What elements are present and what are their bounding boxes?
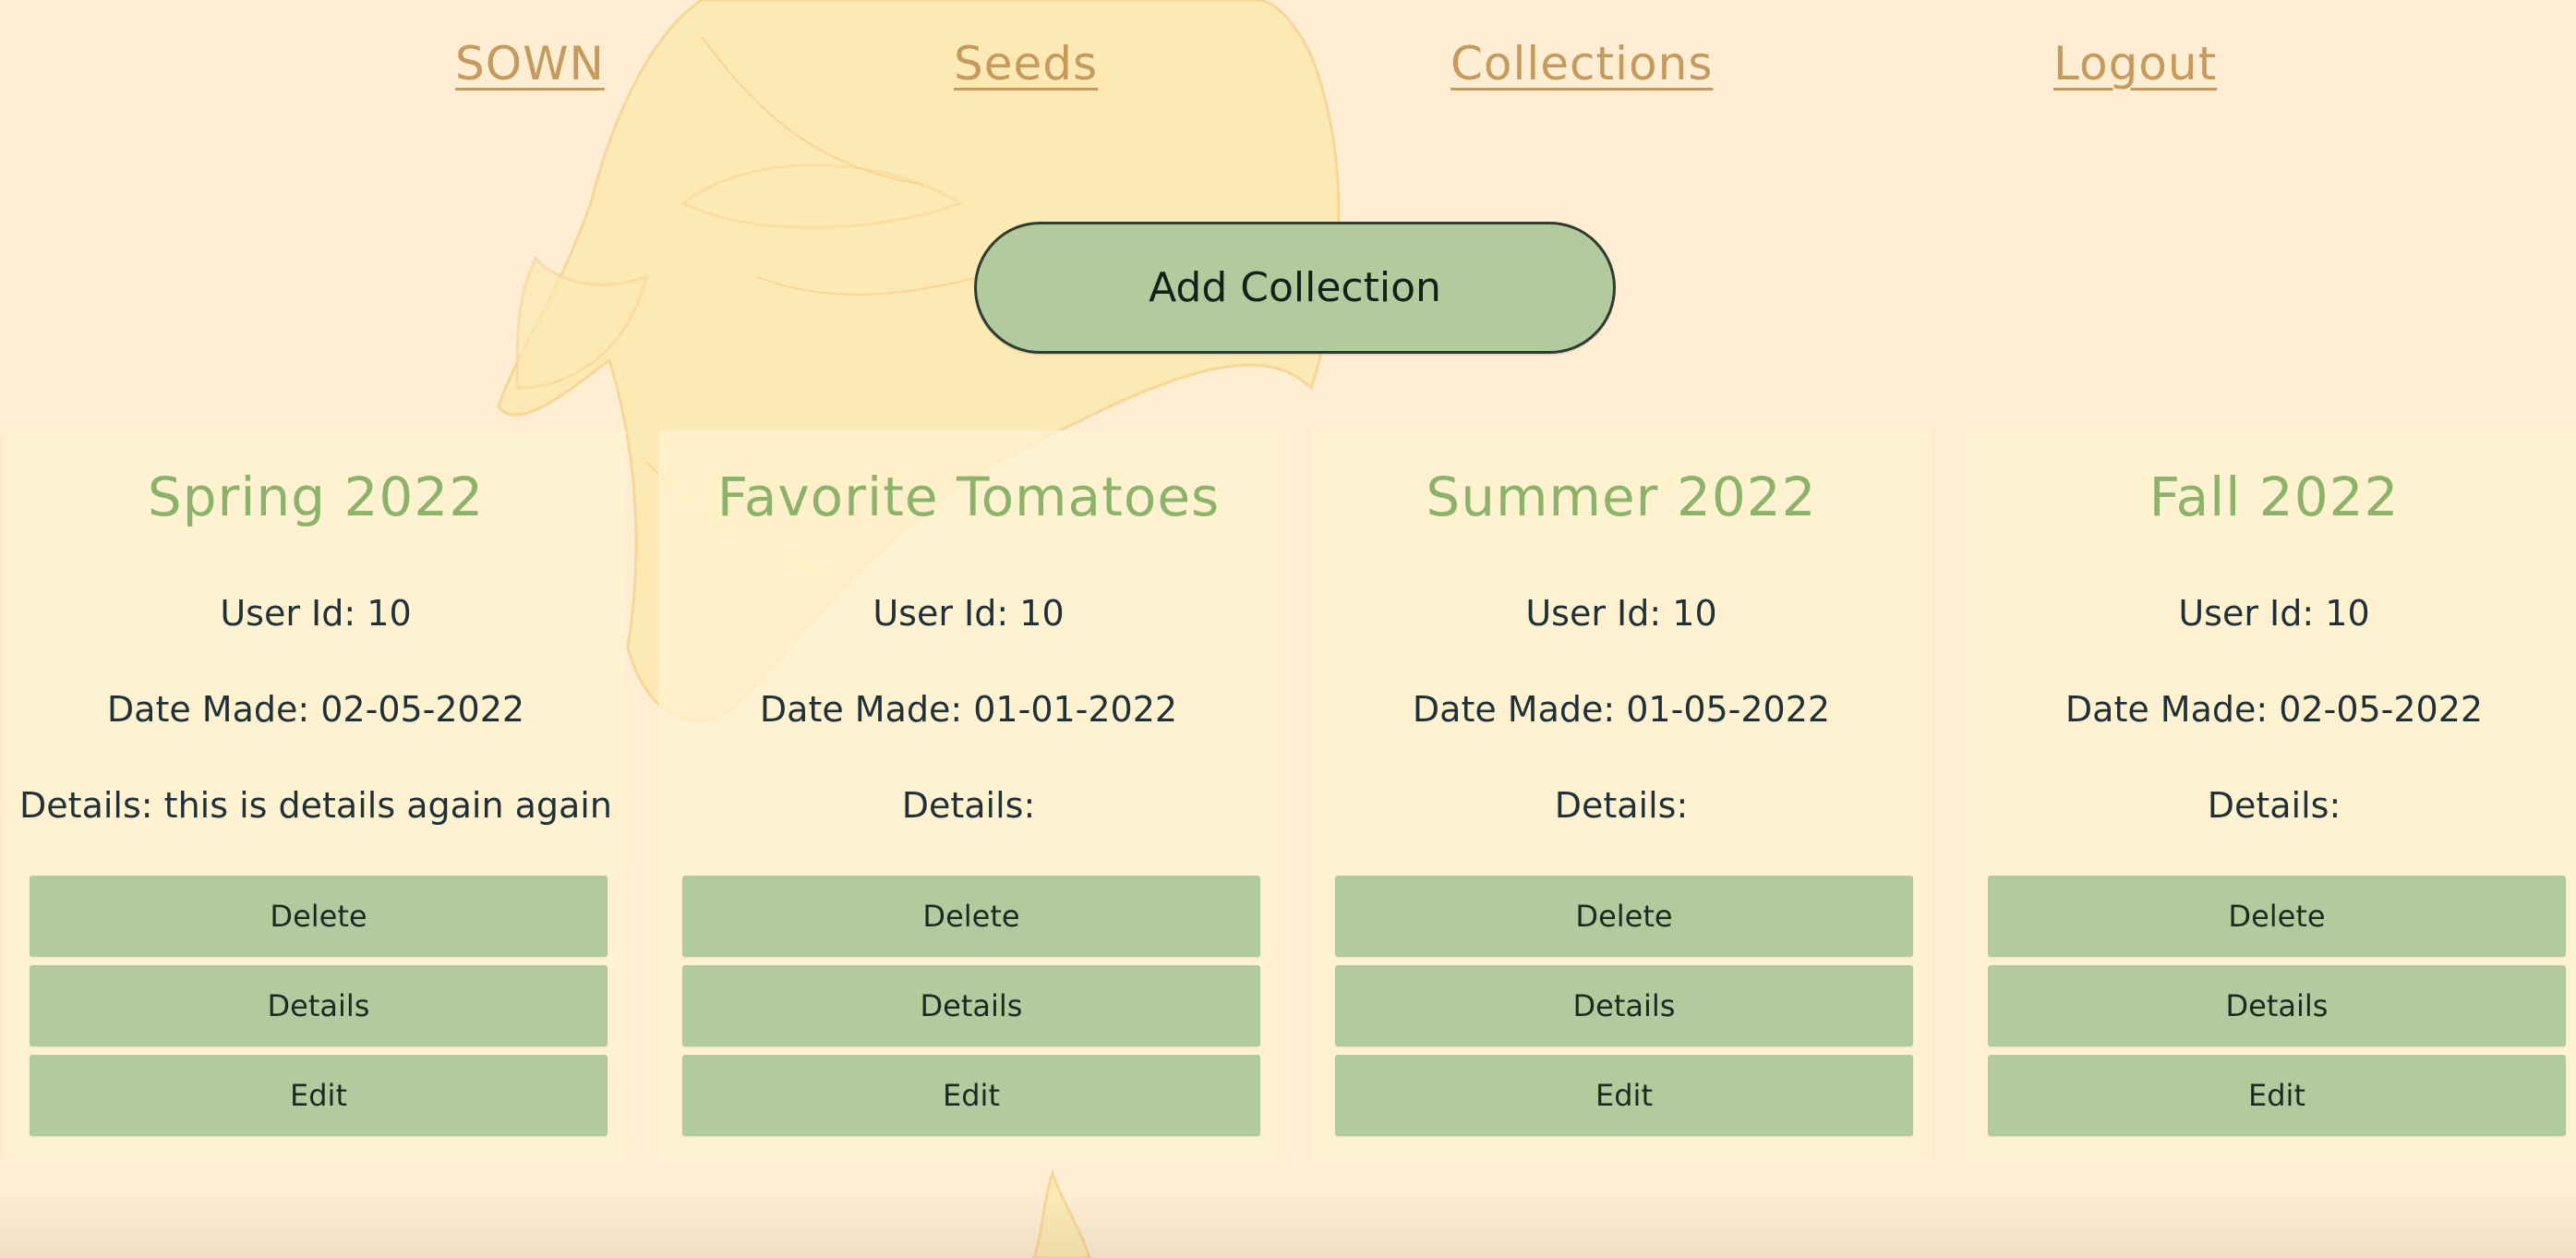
nav-brand-link[interactable]: SOWN: [455, 37, 605, 91]
card-date-made: Date Made: 02-05-2022: [2064, 689, 2484, 730]
collection-card: Summer 2022 User Id: 10 Date Made: 01-05…: [1311, 430, 1932, 1159]
card-details-text: Details:: [901, 785, 1036, 826]
edit-button[interactable]: Edit: [30, 1055, 608, 1136]
collection-card: Fall 2022 User Id: 10 Date Made: 02-05-2…: [1964, 430, 2576, 1159]
card-title: Favorite Tomatoes: [716, 466, 1221, 528]
collection-card: Favorite Tomatoes User Id: 10 Date Made:…: [658, 430, 1279, 1159]
edit-button[interactable]: Edit: [1988, 1055, 2566, 1136]
edit-button[interactable]: Edit: [1335, 1055, 1913, 1136]
delete-button[interactable]: Delete: [30, 876, 608, 957]
delete-button[interactable]: Delete: [1335, 876, 1913, 957]
details-button[interactable]: Details: [682, 965, 1260, 1046]
card-date-made: Date Made: 02-05-2022: [106, 689, 525, 730]
delete-button[interactable]: Delete: [682, 876, 1260, 957]
nav-collections-link[interactable]: Collections: [1451, 37, 1713, 91]
edit-button[interactable]: Edit: [682, 1055, 1260, 1136]
details-button[interactable]: Details: [1988, 965, 2566, 1046]
card-title: Fall 2022: [2149, 466, 2400, 528]
card-details-text: Details:: [2207, 785, 2341, 826]
card-user-id: User Id: 10: [220, 593, 412, 634]
collection-card: Spring 2022 User Id: 10 Date Made: 02-05…: [6, 430, 626, 1159]
bottom-shadow: [0, 1193, 2576, 1258]
nav-seeds-link[interactable]: Seeds: [954, 37, 1098, 91]
card-user-id: User Id: 10: [2178, 593, 2370, 634]
details-button[interactable]: Details: [1335, 965, 1913, 1046]
delete-button[interactable]: Delete: [1988, 876, 2566, 957]
card-title: Summer 2022: [1426, 466, 1817, 528]
card-date-made: Date Made: 01-01-2022: [759, 689, 1178, 730]
add-collection-button[interactable]: Add Collection: [974, 222, 1616, 354]
details-button[interactable]: Details: [30, 965, 608, 1046]
nav-logout-link[interactable]: Logout: [2053, 37, 2217, 91]
card-title: Spring 2022: [147, 466, 485, 528]
card-user-id: User Id: 10: [873, 593, 1065, 634]
card-details-text: Details:: [1554, 785, 1689, 826]
card-user-id: User Id: 10: [1525, 593, 1717, 634]
top-nav: SOWN Seeds Collections Logout: [0, 0, 2576, 148]
card-details-text: Details: this is details again again: [19, 785, 612, 826]
card-date-made: Date Made: 01-05-2022: [1412, 689, 1831, 730]
